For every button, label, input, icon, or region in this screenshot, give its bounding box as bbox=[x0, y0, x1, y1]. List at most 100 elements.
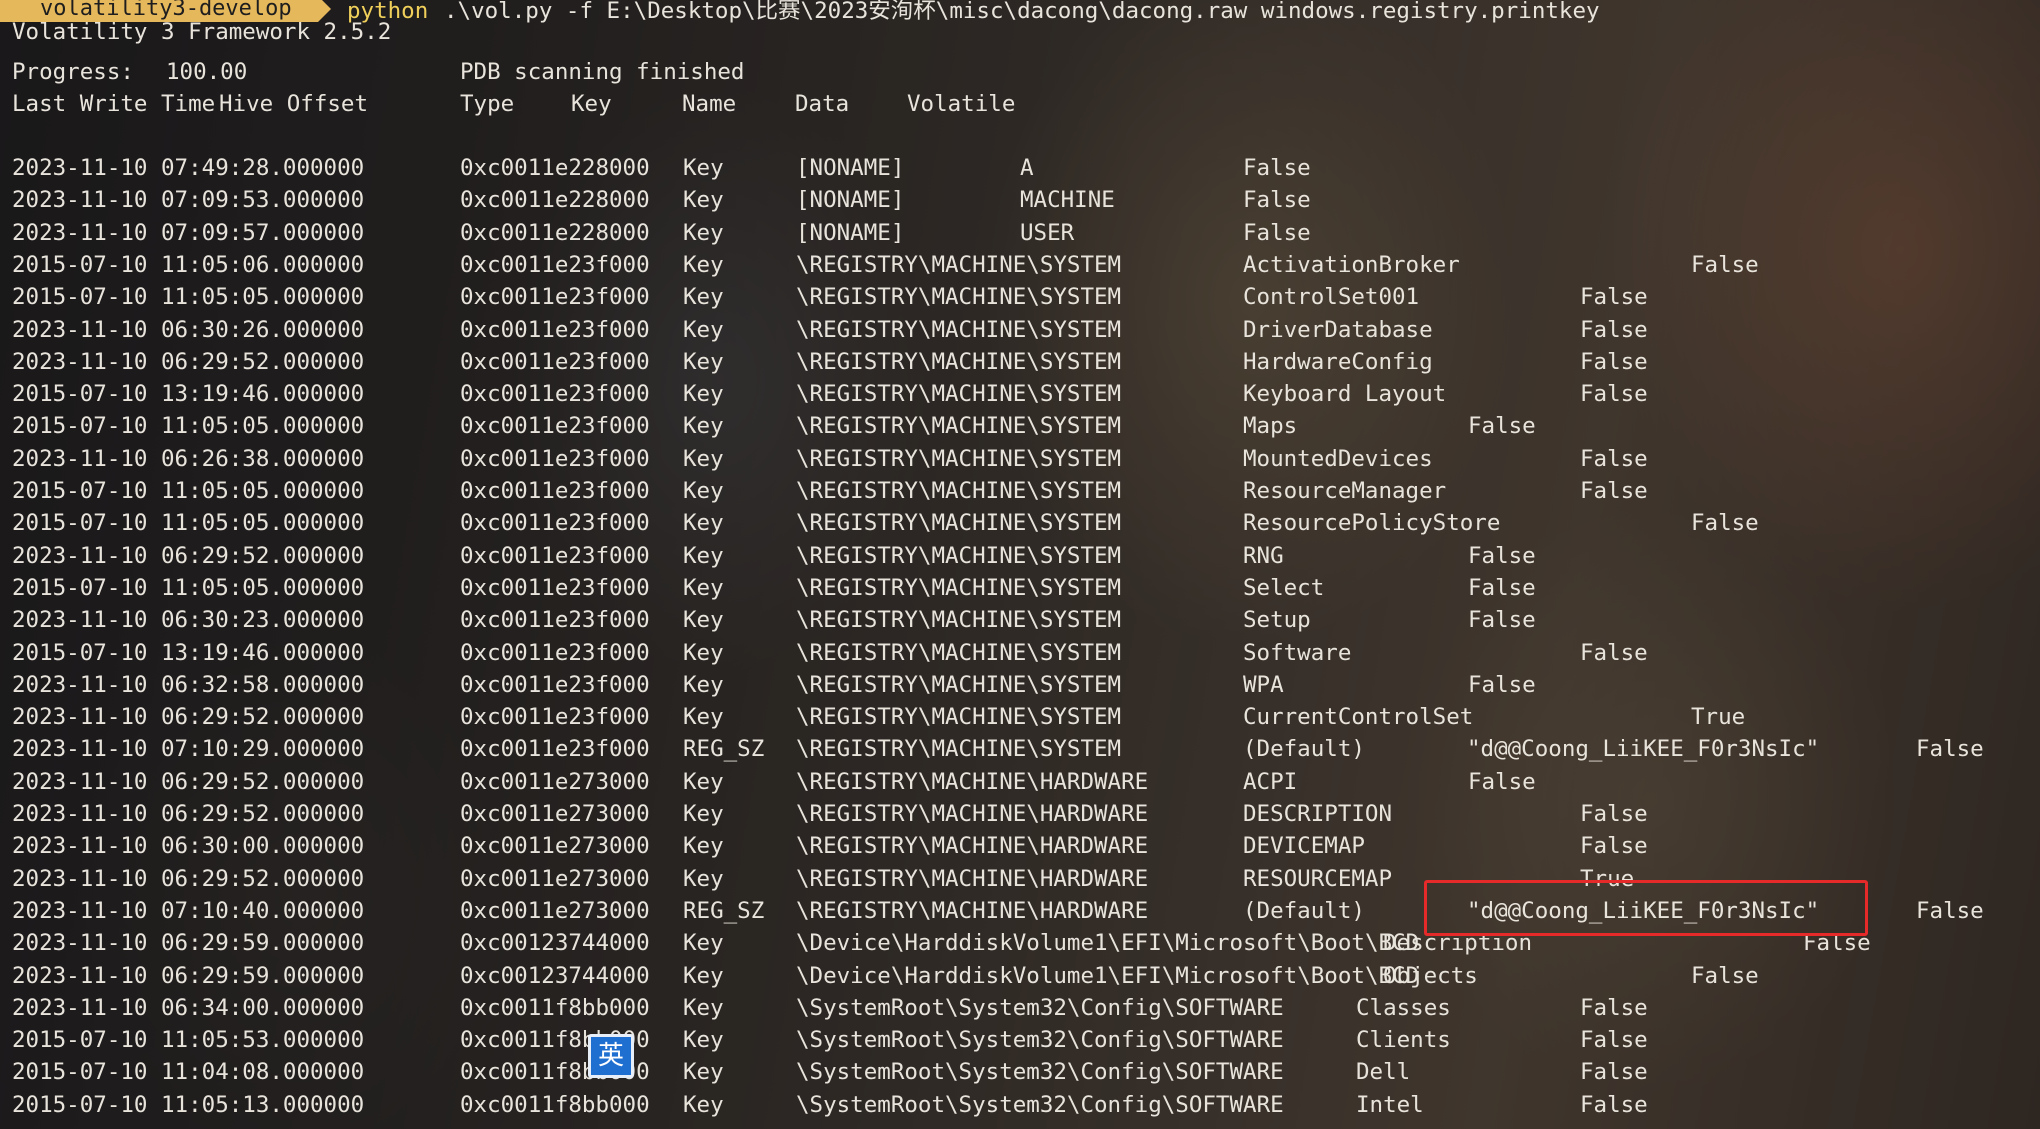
cell-hive-offset: 0xc0011e23f000 bbox=[460, 381, 650, 408]
cell-name: Intel bbox=[1356, 1091, 1424, 1118]
cell-volatile: False bbox=[1580, 833, 1648, 860]
cell-key: [NONAME] bbox=[796, 155, 905, 181]
cell-last-write-time: 2023-11-10 07:09:57.000000 bbox=[12, 219, 365, 246]
cell-type: Key bbox=[683, 219, 724, 246]
progress-label: Progress: bbox=[12, 59, 134, 85]
cell-last-write-time: 2023-11-10 06:30:00.000000 bbox=[12, 833, 365, 860]
cell-hive-offset: 0xc0011e228000 bbox=[460, 187, 650, 214]
cell-last-write-time: 2023-11-10 07:10:29.000000 bbox=[12, 736, 365, 763]
cell-key: \REGISTRY\MACHINE\SYSTEM bbox=[796, 704, 1122, 731]
cell-last-write-time: 2015-07-10 11:05:05.000000 bbox=[12, 510, 365, 537]
cell-name: USER bbox=[1020, 219, 1075, 246]
framework-line: Volatility 3 Framework 2.5.2 bbox=[0, 17, 391, 47]
progress-line: Progress: 100.00 PDB scanning finished bbox=[0, 57, 744, 87]
cell-type: Key bbox=[683, 542, 724, 569]
cell-type: Key bbox=[683, 865, 724, 892]
cell-name: Setup bbox=[1243, 607, 1311, 634]
cell-name: WPA bbox=[1243, 671, 1284, 698]
cell-last-write-time: 2015-07-10 11:05:13.000000 bbox=[12, 1091, 365, 1118]
cell-last-write-time: 2023-11-10 07:09:53.000000 bbox=[12, 187, 365, 214]
header-data: Data bbox=[795, 91, 850, 117]
cell-volatile: True bbox=[1691, 704, 1746, 731]
cell-hive-offset: 0xc0011e23f000 bbox=[460, 704, 650, 731]
cell-volatile: False bbox=[1580, 348, 1648, 375]
header-name: Name bbox=[682, 91, 737, 117]
cell-key: \REGISTRY\MACHINE\SYSTEM bbox=[796, 671, 1122, 698]
cell-last-write-time: 2023-11-10 06:29:52.000000 bbox=[12, 801, 365, 827]
cell-key: \REGISTRY\MACHINE\HARDWARE bbox=[796, 897, 1149, 924]
cell-hive-offset: 0xc0011e23f000 bbox=[460, 478, 650, 504]
cell-name: A bbox=[1020, 155, 1034, 181]
cell-key: \SystemRoot\System32\Config\SOFTWARE bbox=[796, 994, 1284, 1021]
cell-name: Keyboard Layout bbox=[1243, 381, 1447, 408]
cell-type: Key bbox=[683, 768, 724, 795]
cell-key: \REGISTRY\MACHINE\SYSTEM bbox=[796, 348, 1122, 375]
cell-last-write-time: 2023-11-10 07:10:40.000000 bbox=[12, 897, 365, 924]
cell-name: CurrentControlSet bbox=[1243, 704, 1474, 731]
cell-name: Clients bbox=[1356, 1027, 1451, 1054]
cell-hive-offset: 0xc00123744000 bbox=[460, 930, 650, 957]
cell-last-write-time: 2015-07-10 11:05:05.000000 bbox=[12, 413, 365, 440]
ime-indicator[interactable]: 英 bbox=[588, 1034, 634, 1078]
cell-volatile: False bbox=[1580, 801, 1648, 827]
cell-key: \REGISTRY\MACHINE\SYSTEM bbox=[796, 607, 1122, 634]
flag-highlight-box bbox=[1424, 880, 1868, 936]
cell-key: \REGISTRY\MACHINE\HARDWARE bbox=[796, 833, 1149, 860]
cell-hive-offset: 0xc0011e23f000 bbox=[460, 671, 650, 698]
header-type: Type bbox=[460, 91, 515, 117]
cell-hive-offset: 0xc0011e23f000 bbox=[460, 574, 650, 601]
cell-volatile: False bbox=[1580, 381, 1648, 408]
cell-key: \REGISTRY\MACHINE\SYSTEM bbox=[796, 381, 1122, 408]
cell-hive-offset: 0xc0011e23f000 bbox=[460, 251, 650, 278]
cell-hive-offset: 0xc0011e23f000 bbox=[460, 445, 650, 472]
cell-last-write-time: 2023-11-10 06:32:58.000000 bbox=[12, 671, 365, 698]
cell-key: \REGISTRY\MACHINE\SYSTEM bbox=[796, 413, 1122, 440]
cell-last-write-time: 2023-11-10 06:29:52.000000 bbox=[12, 865, 365, 892]
command-args: .\vol.py -f E:\Desktop\比赛\2023安洵杯\misc\d… bbox=[444, 0, 1600, 24]
cell-hive-offset: 0xc0011e23f000 bbox=[460, 639, 650, 666]
terminal-output[interactable]: volatility3-develop python .\vol.py -f E… bbox=[0, 0, 2040, 1129]
header-offset: Hive Offset bbox=[219, 91, 369, 117]
cell-type: Key bbox=[683, 1059, 724, 1086]
cell-hive-offset: 0xc0011e23f000 bbox=[460, 413, 650, 440]
cell-hive-offset: 0xc0011e23f000 bbox=[460, 510, 650, 537]
cell-type: Key bbox=[683, 284, 724, 311]
cell-name: MACHINE bbox=[1020, 187, 1115, 214]
cell-volatile: False bbox=[1580, 445, 1648, 472]
cell-name: ResourcePolicyStore bbox=[1243, 510, 1501, 537]
cell-volatile: False bbox=[1580, 284, 1648, 311]
cell-volatile: False bbox=[1243, 219, 1311, 246]
cell-hive-offset: 0xc0011e23f000 bbox=[460, 736, 650, 763]
cell-key: \REGISTRY\MACHINE\SYSTEM bbox=[796, 542, 1122, 569]
cell-hive-offset: 0xc0011e273000 bbox=[460, 897, 650, 924]
cell-name: (Default) bbox=[1243, 736, 1365, 763]
cell-name: DESCRIPTION bbox=[1243, 801, 1393, 827]
cell-volatile: False bbox=[1468, 413, 1536, 440]
cell-name: Dell bbox=[1356, 1059, 1411, 1086]
cell-hive-offset: 0xc0011e228000 bbox=[460, 219, 650, 246]
cell-volatile: False bbox=[1916, 897, 1984, 924]
cell-volatile: False bbox=[1691, 251, 1759, 278]
cell-name: Maps bbox=[1243, 413, 1298, 440]
cell-key: \REGISTRY\MACHINE\HARDWARE bbox=[796, 768, 1149, 795]
cell-key: \REGISTRY\MACHINE\SYSTEM bbox=[796, 445, 1122, 472]
cell-key: \REGISTRY\MACHINE\SYSTEM bbox=[796, 574, 1122, 601]
cell-volatile: False bbox=[1580, 1059, 1648, 1086]
cell-last-write-time: 2023-11-10 06:29:52.000000 bbox=[12, 348, 365, 375]
cell-key: \SystemRoot\System32\Config\SOFTWARE bbox=[796, 1027, 1284, 1054]
cell-hive-offset: 0xc0011e273000 bbox=[460, 768, 650, 795]
cell-type: REG_SZ bbox=[683, 897, 765, 924]
cell-volatile: False bbox=[1580, 1091, 1648, 1118]
cell-type: Key bbox=[683, 962, 724, 989]
cell-type: Key bbox=[683, 607, 724, 634]
cell-hive-offset: 0xc0011e23f000 bbox=[460, 316, 650, 343]
cell-type: REG_SZ bbox=[683, 736, 765, 763]
cell-name: Software bbox=[1243, 639, 1352, 666]
cell-volatile: False bbox=[1243, 155, 1311, 181]
cell-type: Key bbox=[683, 381, 724, 408]
cell-data: "d@@Coong_LiiKEE_F0r3NsIc" bbox=[1467, 736, 1820, 763]
cell-volatile: False bbox=[1580, 639, 1648, 666]
cell-volatile: False bbox=[1468, 768, 1536, 795]
cell-key: \SystemRoot\System32\Config\SOFTWARE bbox=[796, 1091, 1284, 1118]
cell-last-write-time: 2015-07-10 11:05:05.000000 bbox=[12, 284, 365, 311]
